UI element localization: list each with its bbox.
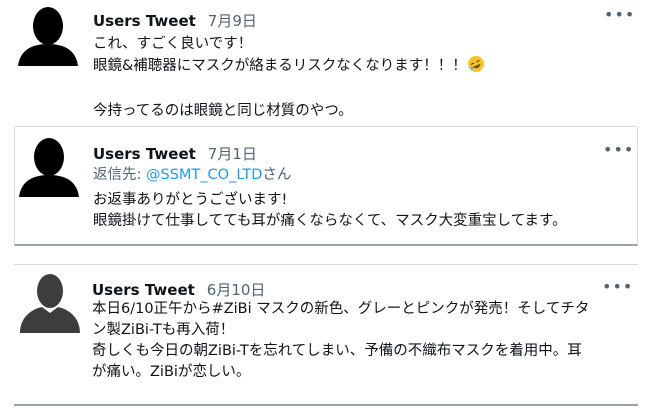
tweet-text: 返信先: @SSMT_CO_LTDさん お返事ありがとうございます! 眼鏡掛けて… (93, 165, 567, 232)
tweet-line: が痛い。ZiBiが恋しい。 (92, 364, 251, 380)
more-options-icon[interactable]: ••• (604, 7, 635, 23)
tweet-line: 眼鏡&補聴器にマスクが絡まるリスクなくなります！！！ (93, 58, 467, 74)
person-silhouette-icon[interactable] (16, 2, 80, 70)
author-name[interactable]: Users Tweet (93, 12, 196, 30)
reply-context: 返信先: @SSMT_CO_LTDさん (93, 165, 567, 186)
tweet-text: 本日6/10正午から#ZiBi マスクの新色、グレーとピンクが発売！そしてチタ … (92, 299, 589, 383)
tweet-date[interactable]: 7月1日 (208, 143, 257, 164)
tweet-line: お返事ありがとうございます! (93, 192, 288, 208)
tweet-line: ン製ZiBi-Tも再入荷！ (92, 322, 235, 338)
tweet-date[interactable]: 6月10日 (207, 279, 266, 300)
person-silhouette-icon[interactable] (17, 133, 81, 201)
tweet-date[interactable]: 7月9日 (208, 10, 257, 31)
tweet-line (93, 80, 485, 101)
tweet-card[interactable]: Users Tweet 7月9日 ••• これ、すごく良いです！ 眼鏡&補聴器に… (0, 0, 650, 119)
tweet-line: 眼鏡掛けて仕事してても耳が痛くならなくて、マスク大変重宝してます。 (93, 213, 567, 229)
rolling-on-floor-laughing-icon (467, 55, 485, 80)
reply-prefix: 返信先: (93, 167, 146, 183)
more-options-icon[interactable]: ••• (603, 142, 634, 158)
tweet-card[interactable]: Users Tweet 6月10日 ••• 本日6/10正午から#ZiBi マス… (14, 264, 638, 406)
tweet-line: 今持ってるのは眼鏡と同じ材質のやつ。 (93, 103, 353, 119)
tweet-line: これ、すごく良いです！ (93, 36, 253, 52)
tweet-line: 本日6/10正午から#ZiBi マスクの新色、グレーとピンクが発売！そしてチタ (92, 301, 590, 317)
reply-suffix: さん (262, 167, 292, 183)
default-profile-icon[interactable] (20, 269, 80, 337)
more-options-icon[interactable]: ••• (602, 279, 633, 295)
tweet-card[interactable]: Users Tweet 7月1日 ••• 返信先: @SSMT_CO_LTDさん… (14, 126, 638, 246)
author-name[interactable]: Users Tweet (93, 145, 196, 163)
tweet-line: 奇しくも今日の朝ZiBi-Tを忘れてしまい、予備の不織布マスクを着用中。耳 (92, 343, 582, 359)
tweet-text: これ、すごく良いです！ 眼鏡&補聴器にマスクが絡まるリスクなくなります！！！ 今… (93, 34, 485, 122)
reply-handle-link[interactable]: @SSMT_CO_LTD (146, 167, 262, 183)
author-name[interactable]: Users Tweet (92, 281, 195, 299)
